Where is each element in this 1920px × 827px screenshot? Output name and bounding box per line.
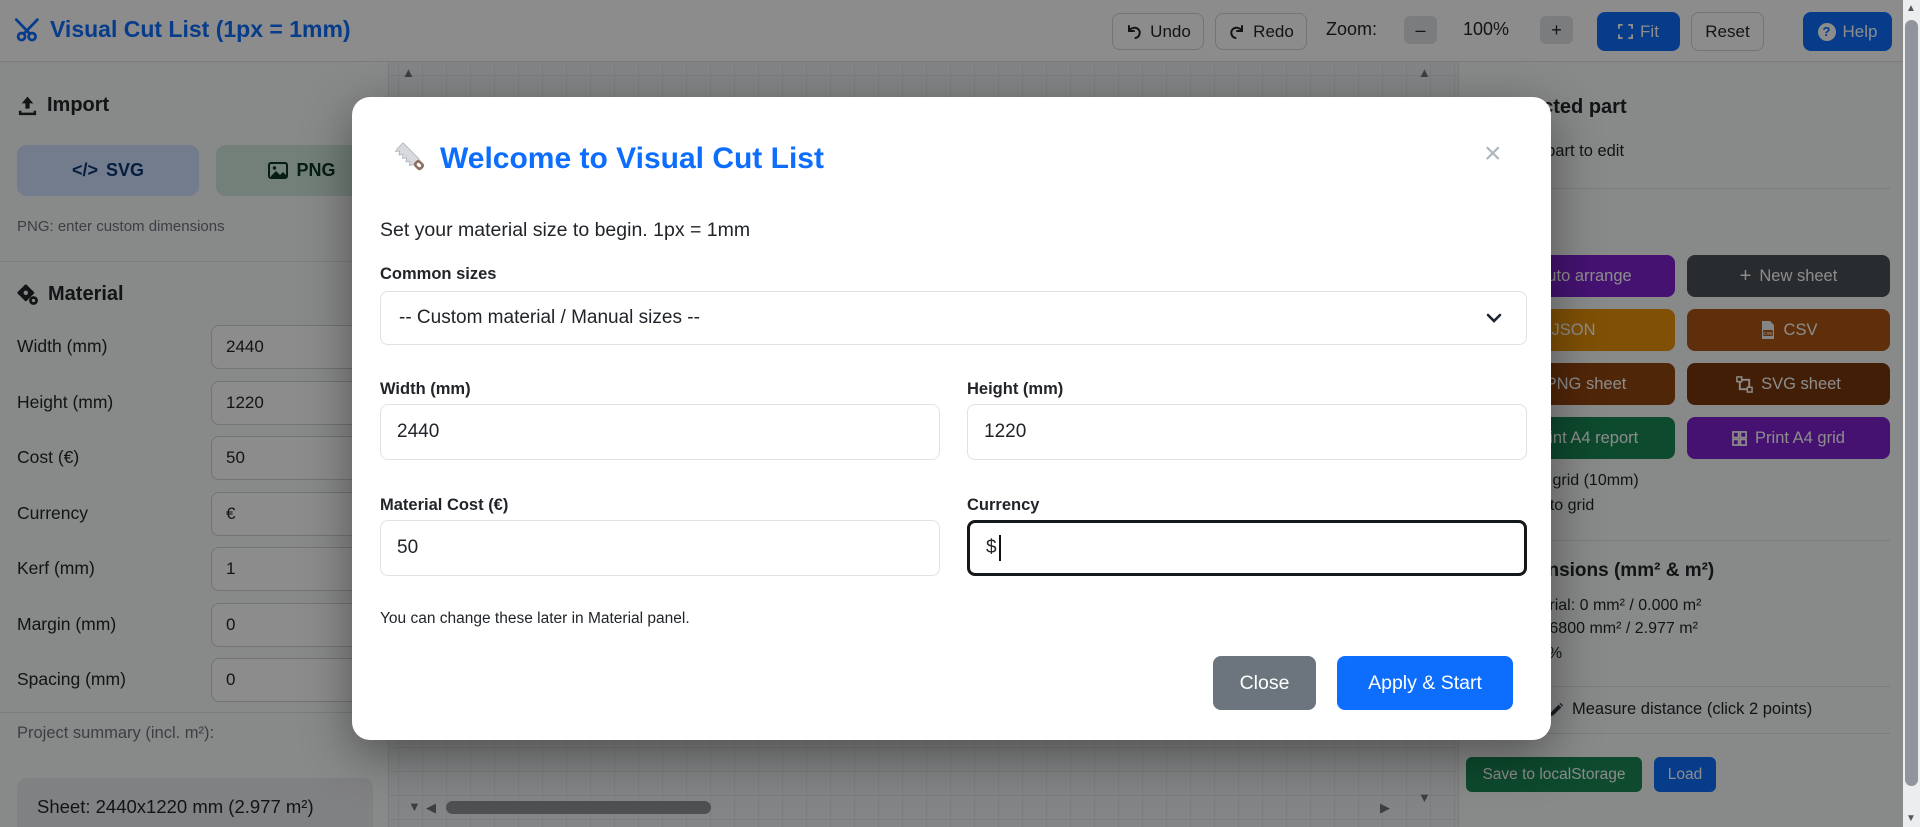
- common-sizes-select[interactable]: -- Custom material / Manual sizes --: [380, 291, 1527, 345]
- modal-currency-label: Currency: [967, 496, 1040, 514]
- visual-cut-list-app: ▲ ▲ ▼ ◀ ▶ ▼ Visual Cut List (1px = 1mm) …: [0, 0, 1920, 827]
- modal-note: You can change these later in Material p…: [380, 610, 690, 627]
- page-scrollbar[interactable]: ▲ ▼: [1903, 0, 1920, 827]
- modal-close-button[interactable]: Close: [1213, 656, 1316, 710]
- text-cursor: [998, 535, 1001, 561]
- modal-title: Welcome to Visual Cut List: [440, 142, 824, 175]
- page-scrollbar-thumb[interactable]: [1905, 20, 1918, 786]
- modal-cost-label: Material Cost (€): [380, 496, 509, 514]
- modal-currency-value: $: [986, 537, 997, 558]
- modal-close-icon[interactable]: ×: [1484, 139, 1502, 169]
- modal-height-input[interactable]: 1220: [967, 404, 1527, 460]
- modal-intro: Set your material size to begin. 1px = 1…: [380, 219, 751, 241]
- common-sizes-value: -- Custom material / Manual sizes --: [399, 307, 700, 328]
- welcome-modal: Welcome to Visual Cut List × Set your ma…: [352, 97, 1551, 740]
- scrollbar-up-icon[interactable]: ▲: [1906, 3, 1916, 14]
- chevron-down-icon: [1486, 313, 1502, 323]
- modal-close-button-label: Close: [1239, 671, 1290, 694]
- apply-start-button[interactable]: Apply & Start: [1337, 656, 1513, 710]
- apply-start-label: Apply & Start: [1368, 671, 1482, 694]
- saw-icon: [388, 137, 432, 181]
- modal-cost-input[interactable]: 50: [380, 520, 940, 576]
- common-sizes-label: Common sizes: [380, 265, 497, 283]
- scrollbar-down-icon[interactable]: ▼: [1906, 813, 1916, 824]
- modal-width-input[interactable]: 2440: [380, 404, 940, 460]
- modal-width-label: Width (mm): [380, 380, 471, 398]
- modal-height-label: Height (mm): [967, 380, 1064, 398]
- modal-currency-input[interactable]: $: [967, 520, 1527, 576]
